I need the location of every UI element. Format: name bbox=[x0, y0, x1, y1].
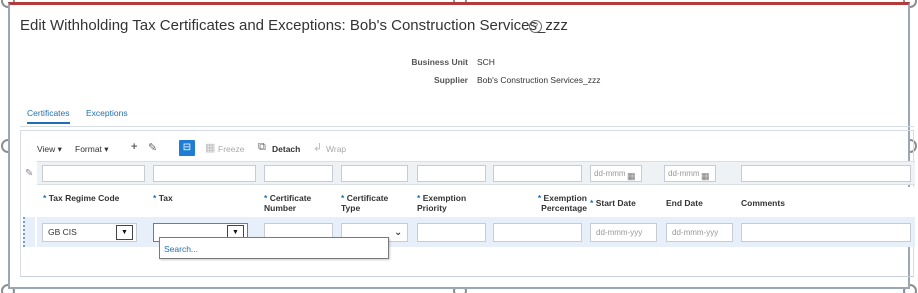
tax-regime-code-value: GB CIS bbox=[48, 227, 77, 237]
filter-certificate-type[interactable] bbox=[341, 165, 408, 182]
end-date-placeholder: dd-mmm-yyy bbox=[672, 228, 719, 237]
tab-bar: Certificates Exceptions bbox=[20, 108, 914, 127]
business-unit-label: Business Unit bbox=[411, 57, 468, 67]
start-date-placeholder: dd-mmm-yyy bbox=[596, 228, 643, 237]
calendar-icon[interactable]: ▦ bbox=[701, 169, 710, 184]
column-header-start-date[interactable]: * Start Date bbox=[590, 198, 636, 208]
filter-start-date-placeholder: dd-mmm bbox=[594, 169, 626, 178]
view-menu-label: View bbox=[37, 144, 56, 154]
certificates-panel: View ▾ Format ▾ + ✎ ⊟ ▦ Freeze ⧉ Detach … bbox=[20, 130, 915, 277]
chevron-down-icon: ▾ bbox=[57, 144, 62, 154]
column-header-certificate-number[interactable]: * Certificate Number bbox=[264, 193, 334, 213]
tax-dropdown-popup[interactable]: Search... bbox=[159, 237, 389, 259]
supplier-label: Supplier bbox=[433, 75, 468, 85]
chevron-down-icon[interactable]: ▼ bbox=[116, 225, 133, 240]
tab-exceptions[interactable]: Exceptions bbox=[86, 108, 128, 122]
table-header: * Tax Regime Code * Tax * Certificate Nu… bbox=[37, 187, 915, 217]
wrap-button[interactable]: Wrap bbox=[326, 144, 346, 154]
chevron-down-icon: ▾ bbox=[104, 144, 109, 154]
column-header-exemption-percentage[interactable]: * Exemption Percentage bbox=[527, 193, 587, 213]
column-header-certificate-type[interactable]: * Certificate Type bbox=[341, 193, 401, 213]
start-date-input[interactable]: dd-mmm-yyy bbox=[590, 223, 657, 242]
freeze-icon[interactable]: ▦ bbox=[205, 141, 215, 154]
column-header-comments[interactable]: Comments bbox=[741, 198, 785, 208]
end-date-input[interactable]: dd-mmm-yyy bbox=[666, 223, 733, 242]
filter-certificate-number[interactable] bbox=[264, 165, 333, 182]
supplier-value: Bob's Construction Services_zzz bbox=[477, 75, 601, 85]
edit-icon[interactable]: ✎ bbox=[148, 141, 157, 154]
column-header-exemption-priority[interactable]: * Exemption Priority bbox=[417, 193, 487, 213]
row-selection-marker[interactable] bbox=[23, 217, 35, 247]
freeze-button[interactable]: Freeze bbox=[218, 144, 244, 154]
exemption-priority-input[interactable] bbox=[417, 223, 486, 242]
calendar-icon[interactable]: ▦ bbox=[627, 169, 636, 184]
view-menu[interactable]: View ▾ bbox=[37, 144, 62, 155]
page-title: Edit Withholding Tax Certificates and Ex… bbox=[20, 17, 568, 34]
exemption-percentage-input[interactable] bbox=[493, 223, 582, 242]
add-icon[interactable]: + bbox=[131, 141, 137, 153]
help-icon[interactable]: ? bbox=[529, 20, 542, 33]
filter-exemption-priority[interactable] bbox=[417, 165, 486, 182]
format-menu-label: Format bbox=[75, 144, 102, 154]
search-link[interactable]: Search... bbox=[164, 244, 198, 254]
business-unit-value: SCH bbox=[477, 57, 495, 67]
query-by-example-icon[interactable]: ⊟ bbox=[179, 140, 195, 156]
format-menu[interactable]: Format ▾ bbox=[75, 144, 109, 155]
dialog-frame: Edit Withholding Tax Certificates and Ex… bbox=[8, 2, 915, 289]
filter-start-date[interactable]: dd-mmm ▦ bbox=[590, 165, 642, 182]
detach-icon[interactable]: ⧉ bbox=[258, 141, 266, 154]
filter-comments[interactable] bbox=[741, 165, 911, 182]
filter-end-date-placeholder: dd-mmm bbox=[668, 169, 700, 178]
pencil-icon: ✎ bbox=[25, 168, 34, 179]
filter-row: ✎ dd-mmm ▦ dd-mmm ▦ bbox=[25, 161, 915, 185]
detach-button[interactable]: Detach bbox=[272, 144, 300, 154]
wrap-icon[interactable]: ↲ bbox=[313, 141, 322, 154]
tab-certificates[interactable]: Certificates bbox=[27, 108, 70, 124]
filter-tax[interactable] bbox=[153, 165, 256, 182]
comments-input[interactable] bbox=[741, 223, 911, 242]
filter-end-date[interactable]: dd-mmm ▦ bbox=[664, 165, 716, 182]
tax-regime-code-input[interactable]: GB CIS ▼ bbox=[42, 223, 137, 242]
column-header-end-date[interactable]: End Date bbox=[666, 198, 703, 208]
filter-exemption-percentage[interactable] bbox=[493, 165, 582, 182]
column-header-tax[interactable]: * Tax bbox=[153, 193, 173, 203]
filter-tax-regime-code[interactable] bbox=[42, 165, 145, 182]
chevron-down-icon: ⌄ bbox=[394, 227, 403, 238]
column-header-tax-regime-code[interactable]: * Tax Regime Code bbox=[43, 193, 119, 203]
